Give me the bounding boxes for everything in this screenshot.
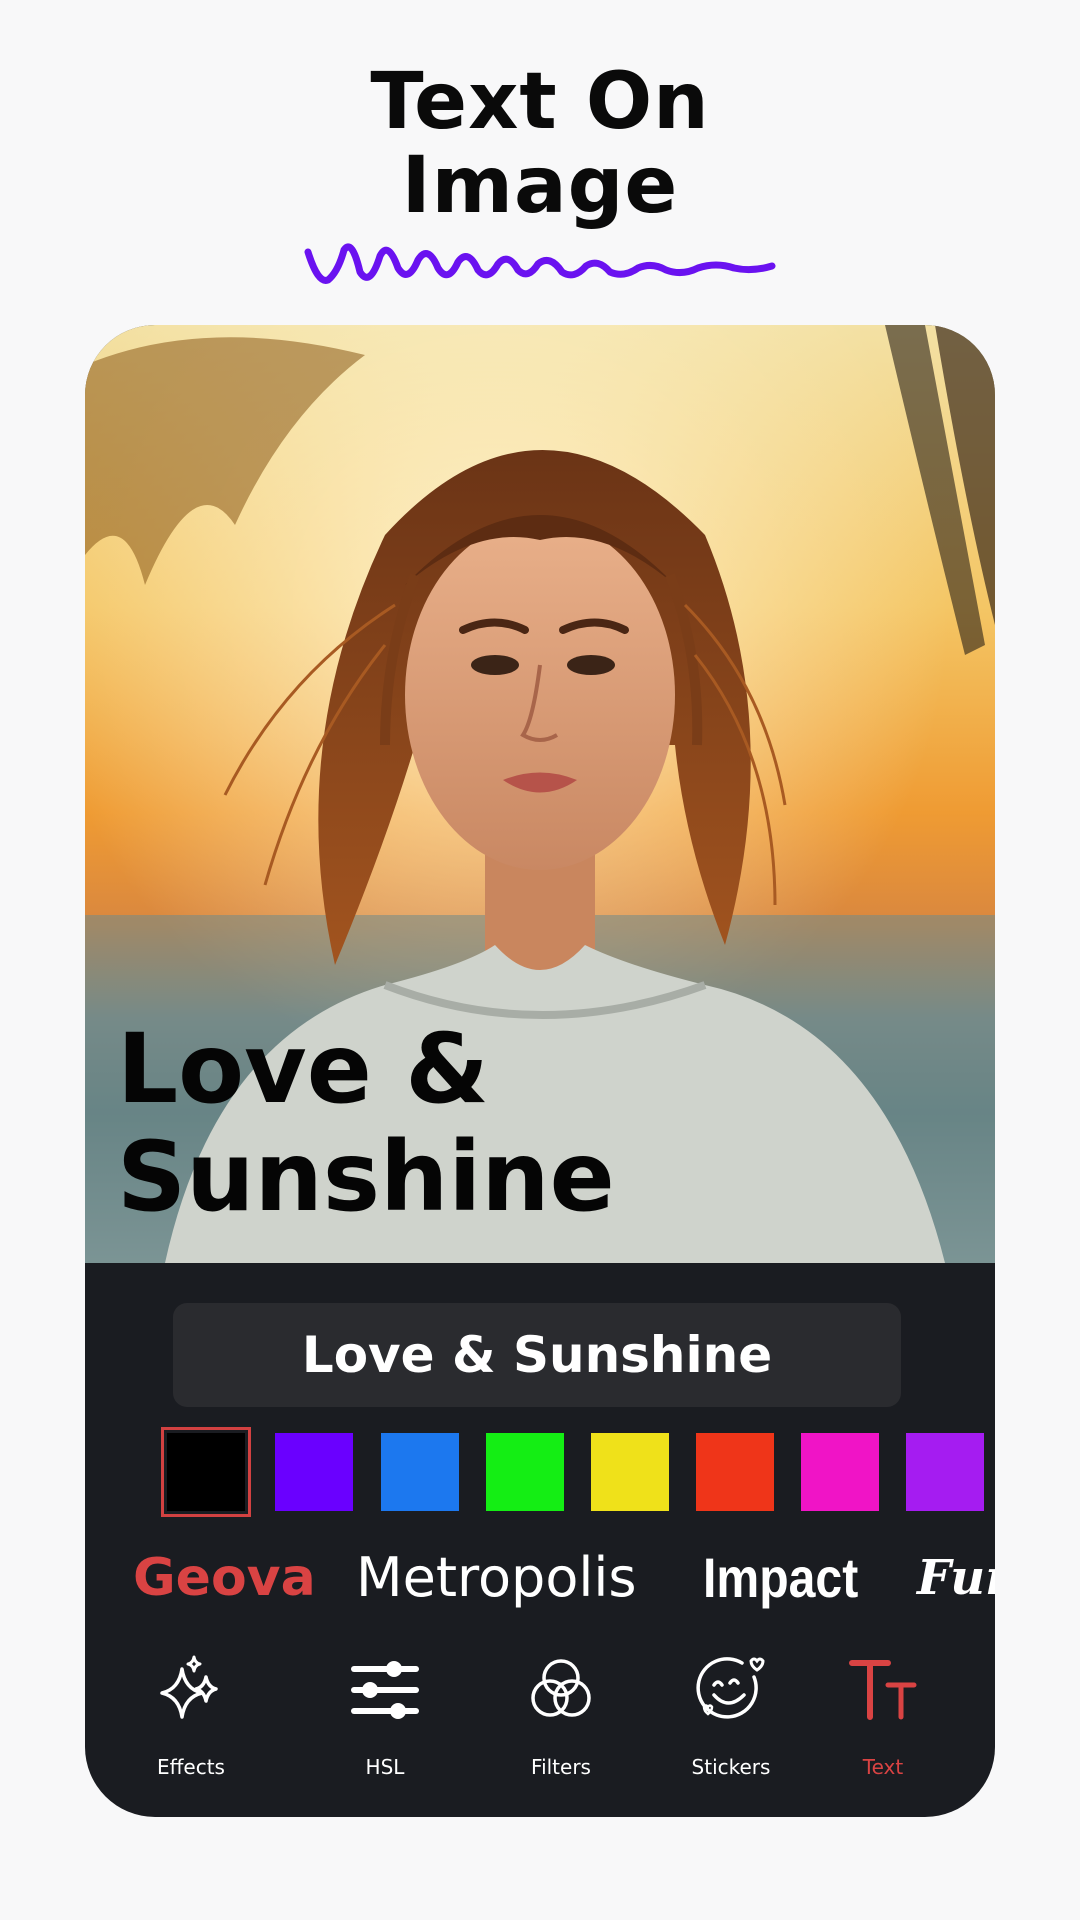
nav-label-hsl: HSL	[365, 1755, 405, 1779]
nav-label-stickers: Stickers	[691, 1755, 771, 1779]
headline: Text On Image	[0, 60, 1080, 228]
font-option-impact[interactable]: Impact	[703, 1538, 858, 1618]
color-swatch-yellow[interactable]	[591, 1433, 669, 1511]
text-input[interactable]: Love & Sunshine	[173, 1303, 901, 1407]
editor-card: Love & Sunshine Love & Sunshine Geova Me…	[85, 325, 995, 1817]
squiggle-decoration	[304, 243, 776, 284]
nav-stickers[interactable]: Stickers	[666, 1655, 796, 1785]
headline-line-1: Text On	[370, 57, 710, 147]
filters-icon	[531, 1659, 591, 1717]
text-overlay-line-1: Love &	[117, 1013, 489, 1125]
photo-preview[interactable]: Love & Sunshine	[85, 325, 995, 1263]
font-option-geova[interactable]: Geova	[133, 1538, 316, 1618]
headline-line-2: Image	[401, 141, 679, 231]
nav-label-text: Text	[862, 1755, 904, 1779]
text-size-icon	[849, 1660, 917, 1720]
color-swatch-blue[interactable]	[381, 1433, 459, 1511]
nav-text[interactable]: Text	[818, 1655, 948, 1785]
color-swatch-purple[interactable]	[275, 1433, 353, 1511]
nav-filters[interactable]: Filters	[496, 1655, 626, 1785]
color-swatch-violet[interactable]	[906, 1433, 984, 1511]
color-swatch-red-orange[interactable]	[696, 1433, 774, 1511]
sticker-face-icon	[696, 1657, 765, 1719]
color-swatch-magenta[interactable]	[801, 1433, 879, 1511]
color-swatch-green[interactable]	[486, 1433, 564, 1511]
nav-effects[interactable]: Effects	[126, 1655, 256, 1785]
font-option-funk[interactable]: Funk	[917, 1538, 995, 1618]
color-swatch-black[interactable]	[161, 1427, 251, 1517]
nav-hsl[interactable]: HSL	[320, 1655, 450, 1785]
sparkles-icon	[160, 1655, 218, 1719]
font-option-metropolis[interactable]: Metropolis	[356, 1538, 637, 1618]
text-overlay[interactable]: Love & Sunshine	[117, 1015, 615, 1231]
sliders-icon	[351, 1661, 419, 1719]
nav-label-filters: Filters	[531, 1755, 591, 1779]
nav-label-effects: Effects	[157, 1755, 225, 1779]
text-overlay-line-2: Sunshine	[117, 1121, 615, 1233]
